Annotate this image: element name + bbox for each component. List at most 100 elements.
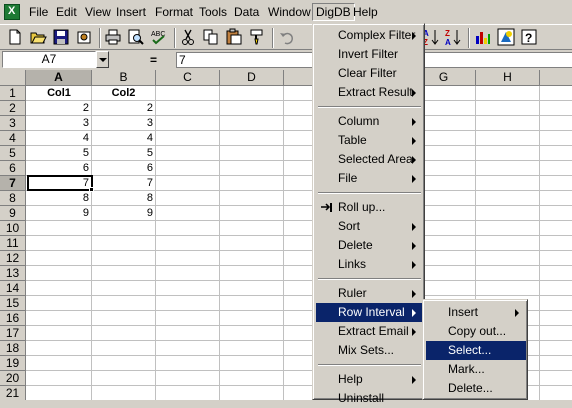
drawing-icon[interactable] — [497, 28, 515, 46]
cell-a4[interactable]: 4 — [27, 131, 91, 146]
menu-item-sort[interactable]: Sort — [316, 217, 423, 236]
menu-item-column[interactable]: Column — [316, 112, 423, 131]
formula-bar: A7 = 7 — [0, 50, 572, 70]
menu-file[interactable]: File — [26, 4, 51, 20]
sort-descending-icon[interactable]: ZA — [444, 28, 462, 46]
row-header-9[interactable]: 9 — [0, 206, 26, 221]
row-header-5[interactable]: 5 — [0, 146, 26, 161]
cell-a3[interactable]: 3 — [27, 116, 91, 131]
chart-wizard-icon[interactable] — [474, 28, 492, 46]
menu-item-uninstall[interactable]: Uninstall — [316, 389, 423, 408]
row-header-15[interactable]: 15 — [0, 296, 26, 311]
menu-help[interactable]: Help — [350, 4, 381, 20]
row-header-19[interactable]: 19 — [0, 356, 26, 371]
name-box[interactable]: A7 — [2, 51, 96, 68]
menu-item-roll-up[interactable]: Roll up... — [316, 198, 423, 217]
cell-b9[interactable]: 9 — [92, 206, 155, 221]
column-header-a[interactable]: A — [26, 70, 92, 86]
menu-format[interactable]: Format — [152, 4, 196, 20]
menu-window[interactable]: Window — [265, 4, 314, 20]
name-box-dropdown-icon[interactable] — [96, 51, 109, 68]
cell-b3[interactable]: 3 — [92, 116, 155, 131]
row-header-13[interactable]: 13 — [0, 266, 26, 281]
cell-b7[interactable]: 7 — [92, 176, 155, 191]
menu-view[interactable]: View — [82, 4, 114, 20]
menu-digdb[interactable]: DigDB — [312, 3, 355, 21]
cell-a9[interactable]: 9 — [27, 206, 91, 221]
row-header-7[interactable]: 7 — [0, 176, 26, 191]
cell-a6[interactable]: 6 — [27, 161, 91, 176]
menu-item-delete[interactable]: Delete — [316, 236, 423, 255]
new-icon[interactable] — [6, 28, 24, 46]
copy-icon[interactable] — [202, 28, 220, 46]
undo-icon[interactable] — [278, 28, 296, 46]
row-header-12[interactable]: 12 — [0, 251, 26, 266]
cell-b4[interactable]: 4 — [92, 131, 155, 146]
save-icon[interactable] — [52, 28, 70, 46]
submenu-item-copy-out[interactable]: Copy out... — [426, 322, 526, 341]
row-header-20[interactable]: 20 — [0, 371, 26, 386]
row-header-10[interactable]: 10 — [0, 221, 26, 236]
column-header-b[interactable]: B — [92, 70, 156, 86]
row-header-8[interactable]: 8 — [0, 191, 26, 206]
row-header-17[interactable]: 17 — [0, 326, 26, 341]
cell-b1[interactable]: Col2 — [92, 86, 155, 101]
menu-item-complex-filter[interactable]: Complex Filter — [316, 26, 423, 45]
column-header-h[interactable]: H — [476, 70, 540, 86]
menu-item-invert-filter[interactable]: Invert Filter — [316, 45, 423, 64]
row-header-14[interactable]: 14 — [0, 281, 26, 296]
excel-app-icon[interactable] — [4, 4, 20, 20]
submenu-item-delete[interactable]: Delete... — [426, 379, 526, 398]
menu-item-clear-filter[interactable]: Clear Filter — [316, 64, 423, 83]
menu-item-links[interactable]: Links — [316, 255, 423, 274]
permission-icon[interactable] — [75, 28, 93, 46]
menu-item-file[interactable]: File — [316, 169, 423, 188]
row-header-4[interactable]: 4 — [0, 131, 26, 146]
menu-item-selected-area[interactable]: Selected Area — [316, 150, 423, 169]
select-all-corner[interactable] — [0, 70, 26, 86]
format-painter-icon[interactable] — [248, 28, 266, 46]
paste-icon[interactable] — [225, 28, 243, 46]
print-preview-icon[interactable] — [127, 28, 145, 46]
menu-item-ruler[interactable]: Ruler — [316, 284, 423, 303]
row-header-21[interactable]: 21 — [0, 386, 26, 400]
cell-b2[interactable]: 2 — [92, 101, 155, 116]
menu-tools[interactable]: Tools — [196, 4, 230, 20]
menu-item-table[interactable]: Table — [316, 131, 423, 150]
spelling-icon[interactable]: ABC — [150, 28, 168, 46]
cell-b6[interactable]: 6 — [92, 161, 155, 176]
column-header-i[interactable] — [540, 70, 572, 86]
fill-handle[interactable] — [89, 187, 94, 192]
menu-insert[interactable]: Insert — [113, 4, 149, 20]
menu-item-mix-sets[interactable]: Mix Sets... — [316, 341, 423, 360]
row-header-6[interactable]: 6 — [0, 161, 26, 176]
cut-icon[interactable] — [179, 28, 197, 46]
cell-a1[interactable]: Col1 — [27, 86, 91, 101]
submenu-item-select[interactable]: Select... — [426, 341, 526, 360]
row-header-16[interactable]: 16 — [0, 311, 26, 326]
row-header-2[interactable]: 2 — [0, 101, 26, 116]
row-header-1[interactable]: 1 — [0, 86, 26, 101]
cell-a5[interactable]: 5 — [27, 146, 91, 161]
cell-a2[interactable]: 2 — [27, 101, 91, 116]
row-header-11[interactable]: 11 — [0, 236, 26, 251]
row-header-18[interactable]: 18 — [0, 341, 26, 356]
column-header-d[interactable]: D — [220, 70, 284, 86]
menu-data[interactable]: Data — [231, 4, 262, 20]
submenu-arrow-icon — [412, 32, 416, 40]
menu-item-extract-email[interactable]: Extract Email — [316, 322, 423, 341]
menu-item-extract-result[interactable]: Extract Result — [316, 83, 423, 102]
menu-item-help[interactable]: Help — [316, 370, 423, 389]
print-icon[interactable] — [104, 28, 122, 46]
menu-edit[interactable]: Edit — [53, 4, 80, 20]
row-header-3[interactable]: 3 — [0, 116, 26, 131]
cell-b8[interactable]: 8 — [92, 191, 155, 206]
submenu-item-insert[interactable]: Insert — [426, 303, 526, 322]
column-header-c[interactable]: C — [156, 70, 220, 86]
open-icon[interactable] — [29, 28, 47, 46]
menu-item-row-interval[interactable]: Row Interval — [316, 303, 423, 322]
help-icon[interactable]: ? — [520, 28, 538, 46]
cell-a8[interactable]: 8 — [27, 191, 91, 206]
cell-b5[interactable]: 5 — [92, 146, 155, 161]
submenu-item-mark[interactable]: Mark... — [426, 360, 526, 379]
